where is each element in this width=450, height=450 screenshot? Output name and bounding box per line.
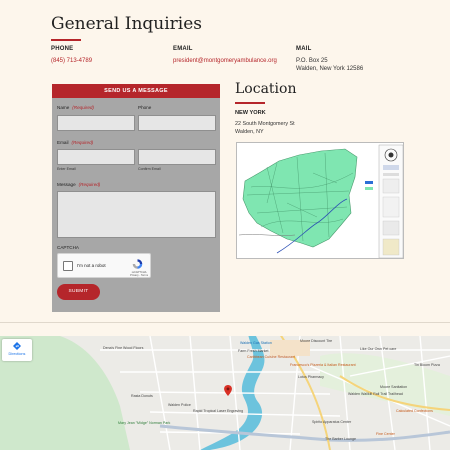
email-label: EMAIL: [173, 46, 193, 52]
map-label: Walden Wallkill Rail Trail Trailhead: [348, 392, 403, 396]
email-required: (Required): [71, 140, 94, 145]
map-label: The Barber Lounge: [325, 437, 356, 441]
map-label: Calculated Confections: [396, 409, 433, 413]
mail-line1: P.O. Box 25: [296, 58, 328, 64]
message-label-text: Message: [57, 182, 76, 187]
map-label: Spirito Apparatus Center: [312, 420, 352, 424]
location-divider: [235, 102, 265, 104]
service-area-map-graphic: [237, 143, 403, 258]
map-label: Francesco's Pizzeria & Italian Restauran…: [290, 363, 356, 367]
phone-field-label: Phone: [138, 105, 151, 110]
map-label: Tin Bloom Pizza: [414, 363, 440, 367]
phone-column: PHONE (845) 713-4789: [51, 45, 92, 65]
map-label: Moore Discount Tire: [300, 339, 333, 343]
email-field-label: Email (Required): [57, 140, 93, 145]
directions-label: Directions: [8, 352, 26, 356]
map-label: Lotus Pharmacy: [298, 375, 324, 379]
location-address-line2: Walden, NY: [235, 128, 264, 135]
message-textarea[interactable]: [57, 191, 216, 238]
captcha-label: CAPTCHA: [57, 245, 79, 250]
message-label: Message (Required): [57, 182, 100, 187]
section-divider: [0, 322, 450, 323]
map-label: Caribbean Cuisine Restaurant: [247, 355, 296, 359]
email-field-label-text: Email: [57, 140, 69, 145]
confirm-email-sublabel: Confirm Email: [138, 167, 161, 171]
recaptcha-widget: I'm not a robot reCAPTCHA Privacy - Terms: [57, 253, 151, 278]
location-address-line1: 22 South Montgomery St: [235, 121, 295, 127]
email-column: EMAIL president@montgomeryambulance.org: [173, 45, 277, 65]
map-label: Moore Sanitation: [380, 385, 408, 389]
mail-column: MAIL P.O. Box 25 Walden, New York 12586: [296, 45, 363, 73]
confirm-email-input[interactable]: [138, 149, 216, 165]
name-label-text: Name: [57, 105, 70, 110]
message-required: (Required): [78, 182, 101, 187]
phone-input[interactable]: [138, 115, 216, 131]
directions-button[interactable]: Directions: [2, 339, 32, 361]
location-address: 22 South Montgomery St Walden, NY: [235, 121, 295, 136]
recaptcha-brand: reCAPTCHA Privacy - Terms: [130, 271, 148, 277]
name-required: (Required): [72, 105, 94, 110]
contact-form: SEND US A MESSAGE Name (Required) Phone E…: [52, 84, 220, 312]
map-label: Walden Gas Station: [240, 341, 272, 345]
recaptcha-text: I'm not a robot: [77, 263, 106, 268]
location-state-label: NEW YORK: [235, 110, 266, 116]
map-label: Rasta Donuts: [131, 394, 153, 398]
mail-line2: Walden, New York 12586: [296, 66, 364, 72]
recaptcha-logo-icon: [132, 259, 143, 269]
mail-label: MAIL: [296, 46, 312, 52]
map-label: Like Our Own Pet care: [360, 347, 397, 351]
recaptcha-links[interactable]: Privacy - Terms: [130, 274, 148, 277]
phone-field-label-text: Phone: [138, 105, 152, 110]
service-area-map: [236, 142, 404, 259]
map-label: Farm Fresh Market: [238, 349, 269, 353]
email-input[interactable]: [57, 149, 135, 165]
page-title: General Inquiries: [51, 14, 203, 34]
map-label: Mary Jean "Midge" Norman Park: [118, 421, 171, 425]
enter-email-sublabel: Enter Email: [57, 167, 76, 171]
form-header: SEND US A MESSAGE: [52, 84, 220, 98]
location-title: Location: [235, 81, 297, 97]
map-label: Rapid Tropical Laser Engraving: [193, 409, 244, 413]
directions-icon: [13, 342, 21, 350]
title-divider: [51, 39, 81, 41]
email-link[interactable]: president@montgomeryambulance.org: [173, 57, 277, 65]
location-pin-icon[interactable]: [224, 385, 232, 396]
name-label: Name (Required): [57, 105, 94, 110]
phone-label: PHONE: [51, 46, 74, 52]
phone-link[interactable]: (845) 713-4789: [51, 57, 92, 65]
submit-button[interactable]: SUBMIT: [57, 284, 100, 300]
map-label: Dena's Fine Wood Floors: [103, 346, 144, 350]
map-label: Walden Police: [168, 403, 191, 407]
recaptcha-checkbox[interactable]: [63, 261, 73, 271]
name-input[interactable]: [57, 115, 135, 131]
map-label: Fine Center: [376, 432, 395, 436]
